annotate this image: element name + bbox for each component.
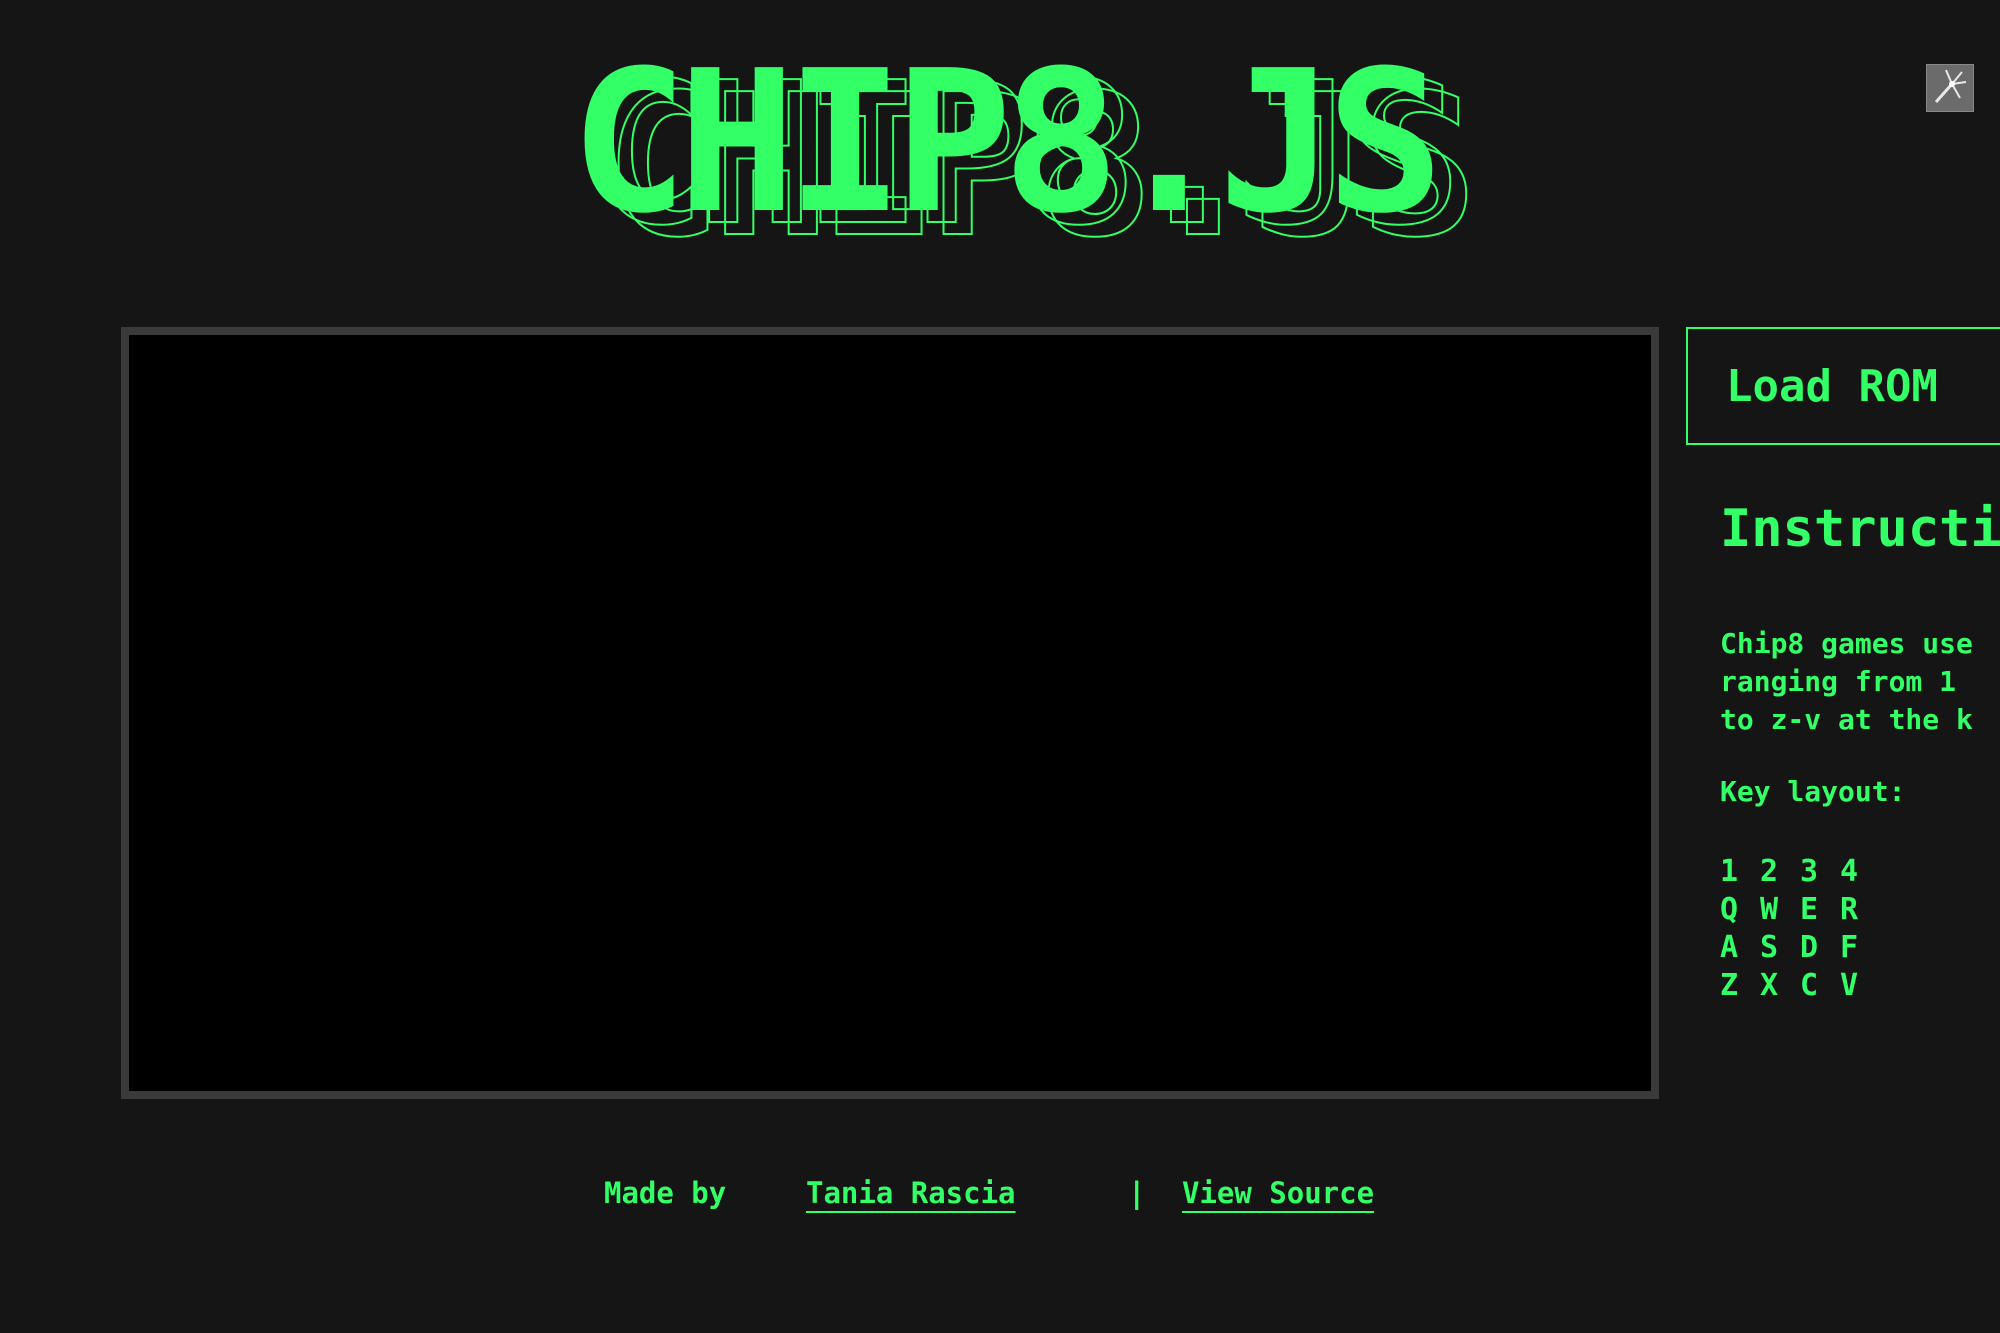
key-label: Z <box>1720 968 1739 1003</box>
game-screen[interactable] <box>121 327 1659 1099</box>
author-link[interactable]: Tania Rascia <box>806 1176 1016 1210</box>
key-label: S <box>1760 930 1779 965</box>
site-logo: CHIP8.JS CHIP8.JS CHIP8.JS <box>570 29 1510 266</box>
logo-text: CHIP8.JS <box>570 29 1444 257</box>
instructions-text: Chip8 games use ranging from 1 to z-v at… <box>1720 627 1973 736</box>
key-layout-label: Key layout: <box>1720 775 1906 808</box>
key-label: W <box>1760 892 1779 927</box>
key-label: C <box>1800 968 1819 1003</box>
key-label: 3 <box>1800 854 1819 889</box>
footer-separator: | <box>1128 1176 1146 1210</box>
key-label: F <box>1840 930 1859 965</box>
key-label: R <box>1840 892 1859 927</box>
sidebar: Load ROM Instructions Chip8 games use ra… <box>1686 327 2000 1087</box>
key-layout-grid: 1 2 3 4 Q W E R A S D F Z X C V <box>1720 853 1880 1005</box>
instructions-heading: Instructions <box>1720 499 2000 559</box>
key-label: 4 <box>1840 854 1859 889</box>
key-label: D <box>1800 930 1819 965</box>
key-label: A <box>1720 930 1739 965</box>
view-source-link[interactable]: View Source <box>1182 1176 1374 1210</box>
key-label: X <box>1760 968 1779 1003</box>
wand-icon-glyph <box>1934 69 1967 103</box>
key-label: E <box>1800 892 1819 927</box>
load-rom-button[interactable]: Load ROM <box>1686 327 2000 445</box>
footer: Made by Tania Rascia | View Source <box>0 1176 2000 1220</box>
key-label: V <box>1840 968 1859 1003</box>
made-by-text: Made by <box>604 1176 727 1210</box>
wand-icon[interactable] <box>1926 64 1974 112</box>
key-label: 1 <box>1720 854 1739 889</box>
key-label: 2 <box>1760 854 1779 889</box>
key-label: Q <box>1720 892 1739 927</box>
